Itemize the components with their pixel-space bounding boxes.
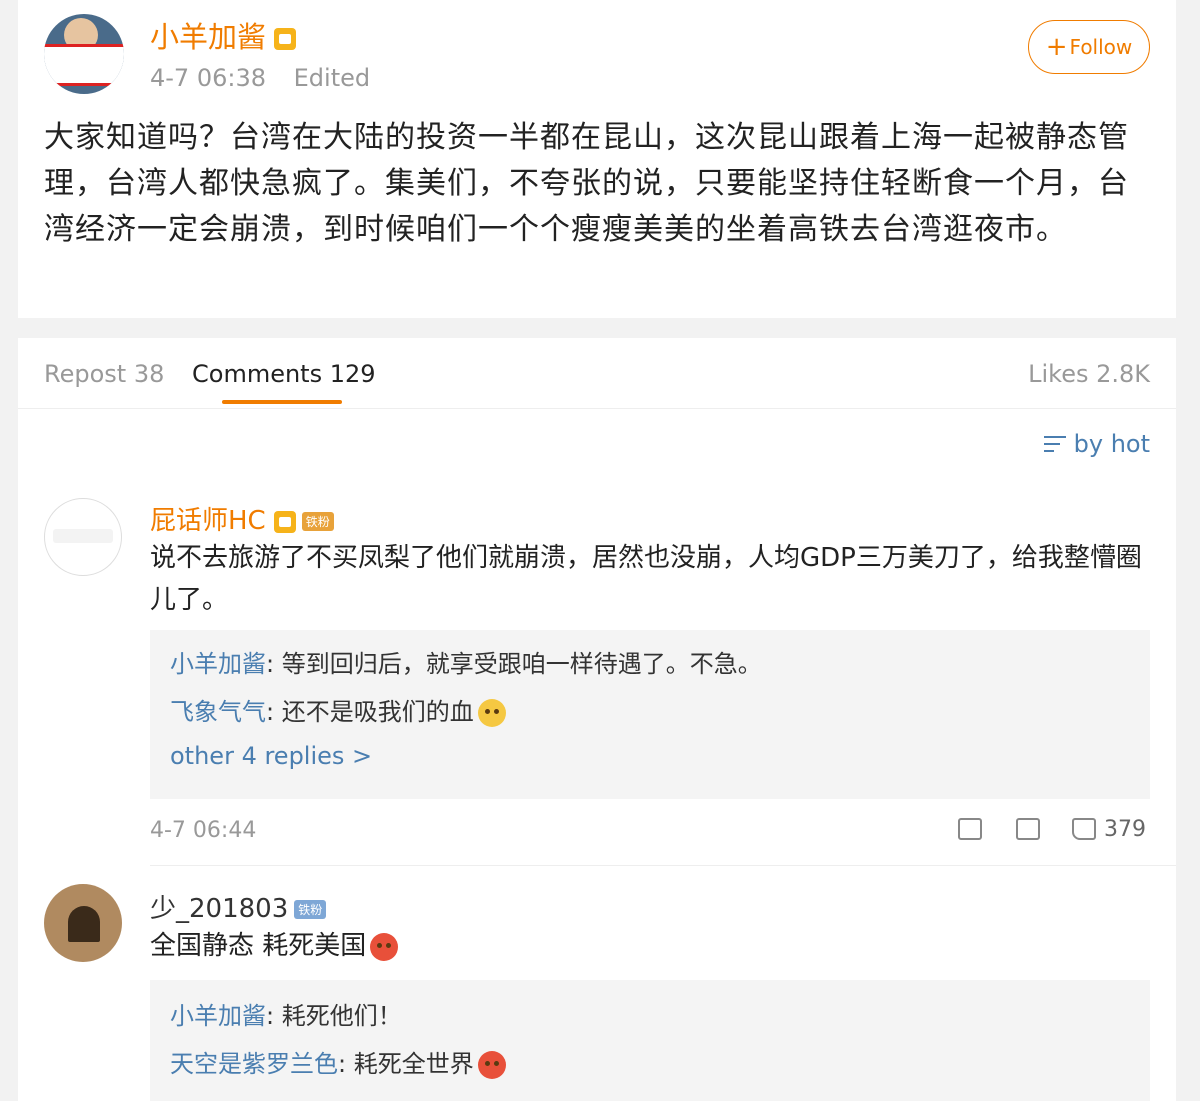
comment-author[interactable]: 少_201803 铁粉 [150,888,327,925]
comment-text: 说不去旅游了不买凤梨了他们就崩溃，居然也没崩，人均GDP三万美刀了，给我整懵圈儿… [150,543,1142,615]
comment-author-label: 少_201803 [150,894,289,924]
reply-author[interactable]: 天空是紫罗兰色 [170,1050,338,1078]
follow-button[interactable]: + Follow [1028,20,1150,74]
vip-crown-icon [273,510,296,533]
sort-label: by hot [1073,430,1150,458]
reply-author[interactable]: 飞象气气 [170,698,266,726]
reply-item[interactable]: 飞象气气: 还不是吸我们的血 [170,692,506,727]
more-replies-link[interactable]: other 4 replies > [170,742,372,770]
avatar-banner [44,44,124,86]
reply-item[interactable]: 天空是紫罗兰色: 耗死全世界 [170,1044,506,1079]
fan-badge: 铁粉 [301,512,334,531]
tab-comments[interactable]: Comments 129 [192,360,376,388]
sort-icon [1043,435,1066,453]
thumbs-up-icon [1072,818,1096,840]
sort-by-hot-button[interactable]: by hot [1043,430,1150,458]
follow-label: Follow [1069,35,1133,59]
post-author-label: 小羊加酱 [150,20,267,54]
reply-text: : 还不是吸我们的血 [266,698,474,726]
reply-box: 小羊加酱: 等到回归后，就享受跟咱一样待遇了。不急。 飞象气气: 还不是吸我们的… [150,630,1150,799]
comment-author[interactable]: 屁话师HC 铁粉 [150,500,334,537]
fan-badge: 铁粉 [294,900,327,919]
like-button[interactable]: 379 [1072,816,1146,842]
reply-text: : 耗死他们！ [266,1002,402,1030]
comment-footer: 4-7 06:44 379 [150,816,1150,852]
comment-time: 4-7 06:44 [150,818,257,843]
plus-icon: + [1045,32,1068,62]
smirk-emoji-icon [477,699,506,727]
reply-button[interactable] [1016,816,1040,841]
tab-likes[interactable]: Likes 2.8K [1028,360,1150,388]
comment-text-line: 全国静态 耗死美国 [150,925,1150,967]
angry-emoji-icon [370,932,399,961]
reply-item[interactable]: 小羊加酱: 耗死他们！ [170,996,402,1031]
divider [150,865,1176,866]
reply-author[interactable]: 小羊加酱 [170,650,266,678]
reply-item[interactable]: 小羊加酱: 等到回归后，就享受跟咱一样待遇了。不急。 [170,644,762,679]
comments-section: Repost 38 Comments 129 Likes 2.8K by hot… [18,338,1176,1101]
comment-avatar[interactable] [44,884,122,962]
share-button[interactable] [958,816,982,841]
reply-text: : 等到回归后，就享受跟咱一样待遇了。不急。 [266,650,762,678]
post-body-text: 大家知道吗？台湾在大陆的投资一半都在昆山，这次昆山跟着上海一起被静态管理，台湾人… [44,120,1129,247]
comment-author-label: 屁话师HC [150,506,266,536]
avatar-sticker [53,529,113,543]
comment-text: 全国静态 耗死美国 [150,931,367,961]
post-time: 4-7 06:38 [150,64,266,92]
post-author-name[interactable]: 小羊加酱 [150,14,297,56]
post-author-avatar[interactable] [44,14,124,94]
active-tab-indicator [222,400,342,404]
interaction-tabs: Repost 38 Comments 129 Likes 2.8K [18,338,1176,409]
reply-box: 小羊加酱: 耗死他们！ 天空是紫罗兰色: 耗死全世界 [150,980,1150,1101]
post-edited-label: Edited [293,64,371,92]
avatar-picture [68,906,100,942]
reply-text: : 耗死全世界 [338,1050,474,1078]
share-icon [958,818,982,840]
post-meta: 4-7 06:38 Edited [150,64,390,92]
comment-icon [1016,818,1040,840]
angry-emoji-icon [477,1051,506,1079]
tab-repost[interactable]: Repost 38 [44,360,164,388]
post-card: 小羊加酱 4-7 06:38 Edited + Follow 大家知道吗？台湾在大… [18,0,1176,318]
comment-avatar[interactable] [44,498,122,576]
vip-crown-icon [274,28,297,50]
like-count: 379 [1104,816,1146,842]
reply-author[interactable]: 小羊加酱 [170,1002,266,1030]
